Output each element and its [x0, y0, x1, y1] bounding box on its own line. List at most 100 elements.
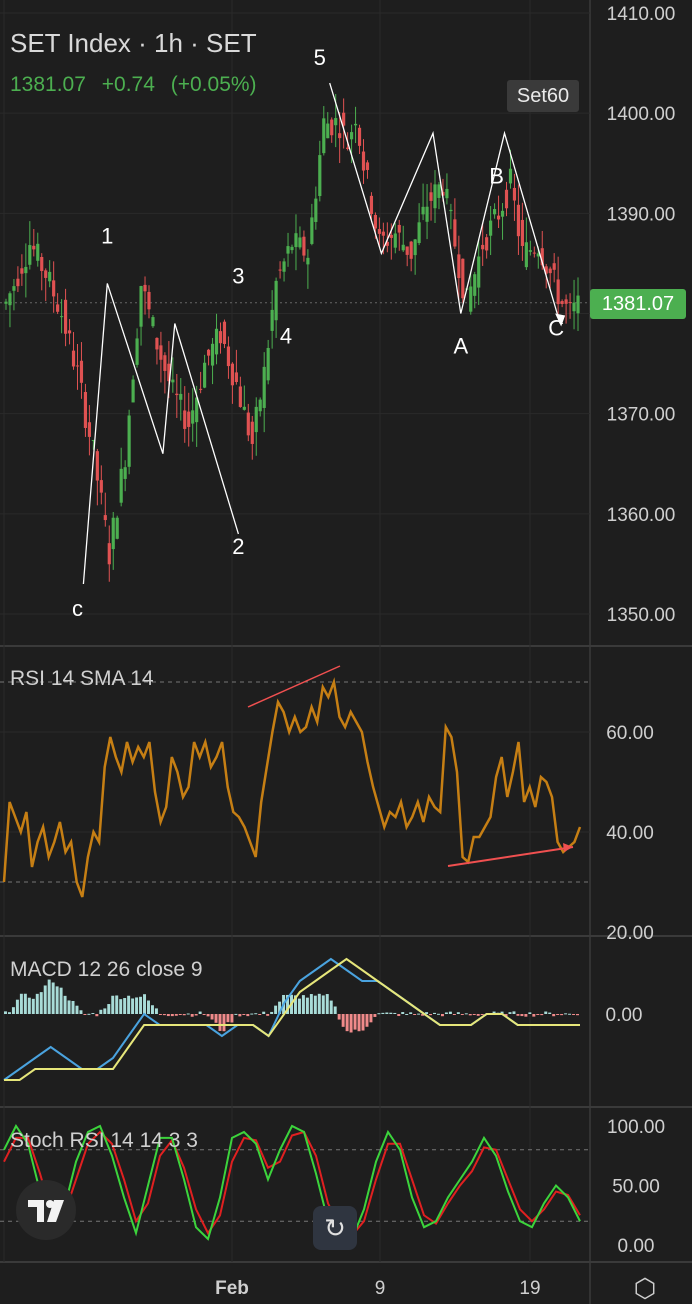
macd-histogram-bar	[99, 1009, 103, 1014]
candle-body	[171, 379, 175, 383]
macd-histogram-bar	[468, 1014, 472, 1016]
candle-body	[532, 252, 536, 254]
macd-histogram-bar	[143, 994, 147, 1014]
candle-body	[286, 246, 290, 254]
macd-histogram-bar	[401, 1012, 405, 1014]
macd-histogram-bar	[31, 998, 35, 1014]
macd-histogram-bar	[544, 1011, 548, 1014]
macd-histogram-bar	[11, 1007, 15, 1014]
candle-body	[405, 246, 409, 255]
candle-body	[504, 189, 509, 209]
candle-body	[556, 279, 560, 305]
candle-body	[119, 468, 123, 503]
reset-rotate-icon[interactable]: ↻	[313, 1206, 357, 1250]
candle-body	[250, 421, 254, 444]
candle-body	[421, 206, 425, 215]
macd-histogram-bar	[266, 1014, 270, 1016]
macd-histogram-bar	[389, 1012, 393, 1014]
macd-histogram-bar	[79, 1010, 83, 1014]
macd-histogram-bar	[230, 1014, 234, 1023]
macd-histogram-bar	[87, 1013, 91, 1015]
macd-histogram-bar	[377, 1013, 381, 1015]
price-change: +0.74	[101, 73, 155, 96]
macd-histogram-bar	[532, 1014, 536, 1017]
bullish-divergence-line	[447, 846, 574, 867]
settings-hexagon-icon[interactable]: ⬡	[628, 1273, 662, 1303]
macd-histogram-bar	[186, 1013, 190, 1015]
macd-histogram-bar	[154, 1008, 158, 1014]
wave-label: 2	[232, 534, 244, 559]
candle-body	[222, 321, 227, 344]
candle-body	[473, 274, 477, 296]
candle-body	[87, 422, 91, 437]
chart-title: SET Index · 1h · SET	[10, 28, 257, 58]
candle-body	[83, 391, 88, 428]
candle-body	[357, 127, 362, 146]
candle-body	[353, 123, 358, 126]
abc-correction-line	[329, 82, 561, 324]
candle-body	[477, 256, 481, 288]
price-tick-label: 1410.00	[607, 4, 676, 25]
macd-histogram-bar	[460, 1014, 464, 1015]
candle-body	[401, 244, 405, 251]
candle-body	[318, 155, 322, 197]
candle-body	[377, 228, 381, 234]
candle-body	[210, 343, 215, 366]
candle-body	[56, 304, 60, 312]
wave-label: B	[489, 163, 504, 188]
stoch-panel-label[interactable]: Stoch RSI 14 14 3 3	[10, 1129, 198, 1153]
macd-histogram-bar	[158, 1014, 162, 1015]
macd-panel-label[interactable]: MACD 12 26 close 9	[10, 958, 203, 982]
tradingview-logo-icon[interactable]	[16, 1180, 76, 1240]
candle-body	[433, 184, 437, 209]
macd-histogram-bar	[107, 1004, 111, 1014]
candle-body	[485, 237, 489, 251]
macd-histogram-bar	[214, 1014, 218, 1023]
elliott-wave-line	[82, 283, 240, 585]
macd-histogram-bar	[405, 1013, 409, 1015]
macd-histogram-bar	[568, 1013, 572, 1015]
macd-histogram-bar	[508, 1012, 512, 1014]
candle-body	[183, 410, 187, 429]
macd-histogram-bar	[222, 1014, 226, 1032]
macd-histogram-bar	[119, 999, 123, 1014]
candle-body	[461, 258, 465, 299]
candle-body	[8, 293, 12, 306]
rsi-tick-label: 40.00	[606, 823, 654, 844]
macd-histogram-bar	[194, 1014, 198, 1016]
macd-histogram-bar	[270, 1011, 274, 1014]
candle-body	[203, 362, 207, 388]
candle-body	[159, 345, 163, 360]
price-change-pct: (+0.05%)	[170, 73, 257, 96]
macd-histogram-bar	[198, 1011, 202, 1014]
candle-body	[417, 222, 421, 244]
last-price-tag: 1381.07	[590, 289, 686, 319]
wave-label: 1	[101, 223, 113, 248]
set60-badge[interactable]: Set60	[507, 80, 579, 112]
candle-body	[290, 246, 294, 251]
macd-histogram-bar	[560, 1014, 564, 1016]
candle-body	[548, 268, 552, 274]
macd-histogram-bar	[345, 1014, 349, 1032]
macd-histogram-bar	[178, 1014, 182, 1015]
price-tick-label: 1390.00	[607, 204, 676, 225]
macd-histogram-bar	[274, 1005, 278, 1014]
macd-histogram-bar	[234, 1013, 238, 1015]
macd-histogram-bar	[242, 1014, 246, 1015]
candle-body	[242, 406, 246, 410]
chart-canvas[interactable]: Feb 9 191410.001400.001390.001370.001360.0…	[0, 0, 692, 1304]
macd-histogram-bar	[341, 1014, 345, 1027]
candle-body	[95, 451, 99, 481]
macd-histogram-bar	[127, 995, 131, 1014]
rsi-line	[2, 677, 582, 898]
price-tick-label: 1370.00	[607, 405, 676, 426]
wave-label: c	[72, 596, 83, 621]
candle-body	[262, 366, 266, 408]
macd-histogram-bar	[456, 1012, 460, 1014]
macd-histogram-bar	[83, 1014, 87, 1015]
candle-body	[191, 410, 195, 424]
rsi-panel-label[interactable]: RSI 14 SMA 14	[10, 667, 154, 691]
macd-histogram-bar	[27, 997, 31, 1014]
macd-histogram-bar	[393, 1012, 397, 1014]
candle-body	[568, 302, 572, 304]
